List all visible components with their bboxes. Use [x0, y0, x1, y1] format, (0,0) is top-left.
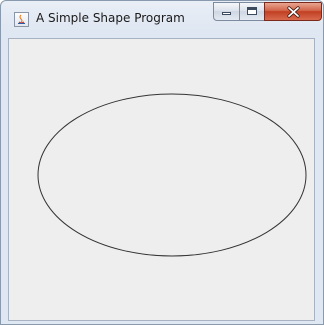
minimize-button[interactable] [213, 2, 240, 21]
java-app-icon[interactable] [14, 12, 29, 27]
maximize-icon [247, 7, 257, 15]
minimize-icon [222, 12, 231, 15]
drawing-panel[interactable] [8, 38, 315, 321]
ellipse-shape [37, 93, 307, 257]
close-icon [287, 6, 300, 18]
maximize-button[interactable] [239, 2, 265, 21]
app-window: A Simple Shape Program [0, 0, 324, 325]
drawing-canvas [37, 93, 307, 257]
title-bar[interactable]: A Simple Shape Program [1, 1, 323, 37]
window-title: A Simple Shape Program [36, 11, 185, 25]
close-button[interactable] [264, 2, 322, 21]
